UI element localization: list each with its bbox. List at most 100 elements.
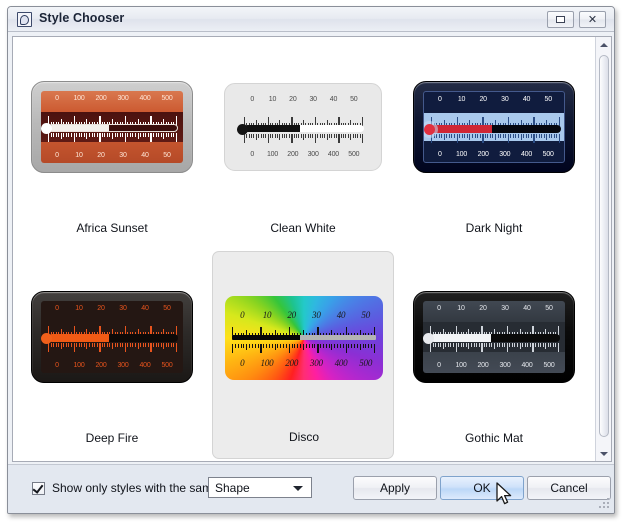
scale-tick-label: 50 bbox=[163, 152, 171, 159]
scale-tick-label: 0 bbox=[240, 310, 245, 320]
scale-labels-bottom: 0 10 20 30 40 50 bbox=[46, 152, 178, 159]
thermometer-bulb bbox=[41, 122, 52, 134]
scale-tick-label: 100 bbox=[73, 362, 85, 369]
scale-tick-label: 40 bbox=[329, 96, 338, 103]
scale-labels-bottom: 0 100 200 300 400 500 bbox=[429, 151, 559, 158]
style-name-label: Gothic Mat bbox=[464, 431, 524, 445]
tick-marks bbox=[431, 134, 564, 143]
show-only-same-label: Show only styles with the same bbox=[52, 481, 219, 495]
thermometer-fill bbox=[232, 335, 300, 340]
scale-tick-label: 10 bbox=[457, 96, 466, 103]
style-name-label: Dark Night bbox=[465, 221, 523, 235]
thermometer-fill bbox=[48, 334, 110, 342]
scale-tick-label: 0 bbox=[437, 305, 441, 312]
scale-labels-bottom: 0 100 200 300 400 500 bbox=[46, 362, 178, 369]
thermometer-fill bbox=[431, 125, 493, 133]
scale-tick-label: 50 bbox=[361, 310, 370, 320]
scale-labels-top: 0 100 200 300 400 500 bbox=[46, 95, 178, 102]
restore-icon bbox=[556, 16, 565, 23]
scale-tick-label: 300 bbox=[117, 95, 129, 102]
style-option-gothic-mat[interactable]: 0 10 20 30 40 50 0 100 200 300 400 500 Gothic Mat bbox=[403, 251, 585, 459]
scale-tick-label: 200 bbox=[95, 362, 107, 369]
thermometer-preview: 0 10 20 30 40 50 0 100 200 300 400 500 bbox=[413, 81, 575, 173]
thermometer-fill bbox=[244, 125, 301, 132]
thermometer-face: 0 10 20 30 40 50 0 100 200 300 400 500 bbox=[41, 301, 183, 373]
thermometer-tube bbox=[48, 124, 178, 132]
scrollbar-thumb[interactable] bbox=[599, 55, 609, 437]
resize-grip[interactable] bbox=[599, 498, 611, 510]
style-grid: 0 100 200 300 400 500 0 10 20 30 40 50 Africa Sunset… bbox=[13, 37, 595, 461]
tick-marks bbox=[48, 343, 183, 352]
scale-tick-label: 20 bbox=[479, 96, 487, 103]
thermometer-preview: 0 10 20 30 40 50 0 100 200 300 400 500 bbox=[413, 291, 575, 383]
close-button[interactable]: ✕ bbox=[579, 11, 606, 28]
thermometer-face: 0 10 20 30 40 50 0 100 200 300 400 500 bbox=[423, 91, 565, 163]
scale-tick-label: 10 bbox=[268, 96, 277, 103]
tick-marks bbox=[232, 344, 383, 353]
thermometer-face: 0 100 200 300 400 500 0 10 20 30 40 50 bbox=[41, 91, 183, 163]
style-option-disco[interactable]: 0 10 20 30 40 50 0 100 200 300 400 500 Disco bbox=[212, 251, 394, 459]
scale-labels-top: 0 10 20 30 40 50 bbox=[429, 96, 559, 103]
scale-tick-label: 20 bbox=[97, 305, 105, 312]
cancel-button[interactable]: Cancel bbox=[527, 476, 611, 500]
scale-tick-label: 30 bbox=[501, 96, 509, 103]
scroll-down-arrow-icon[interactable] bbox=[596, 446, 611, 461]
scale-tick-label: 50 bbox=[545, 305, 553, 312]
scale-tick-label: 50 bbox=[350, 96, 358, 103]
same-property-dropdown[interactable]: Shape bbox=[208, 477, 312, 498]
style-option-dark-night[interactable]: 0 10 20 30 40 50 0 100 200 300 400 500 Dark Night bbox=[403, 41, 585, 249]
scale-tick-label: 200 bbox=[477, 151, 489, 158]
scale-tick-label: 0 bbox=[55, 305, 59, 312]
style-option-africa-sunset[interactable]: 0 100 200 300 400 500 0 10 20 30 40 50 Africa Sunset bbox=[21, 41, 203, 249]
thermometer-preview: 0 10 20 30 40 50 0 100 200 300 400 500 bbox=[225, 296, 383, 380]
scale-tick-label: 40 bbox=[522, 96, 531, 103]
style-preview: 0 10 20 30 40 50 0 100 200 300 400 500 bbox=[213, 252, 395, 424]
scale-tick-label: 300 bbox=[117, 362, 129, 369]
style-option-deep-fire[interactable]: 0 10 20 30 40 50 0 100 200 300 400 500 Deep Fire bbox=[21, 251, 203, 459]
thermometer-face: 0 10 20 30 40 50 0 100 200 300 400 500 bbox=[423, 301, 565, 373]
scale-tick-label: 20 bbox=[97, 152, 105, 159]
scale-tick-label: 0 bbox=[55, 95, 59, 102]
style-preview: 0 10 20 30 40 50 0 100 200 300 400 500 bbox=[403, 251, 585, 423]
title-bar[interactable]: Style Chooser ✕ bbox=[8, 7, 614, 32]
show-only-same-checkbox[interactable] bbox=[32, 481, 45, 495]
dialog-footer: Show only styles with the same Shape App… bbox=[8, 464, 614, 513]
scroll-up-arrow-icon[interactable] bbox=[596, 37, 611, 52]
check-icon bbox=[32, 481, 44, 494]
scale-labels-top: 0 10 20 30 40 50 bbox=[230, 310, 378, 320]
scale-tick-label: 10 bbox=[457, 305, 465, 312]
style-name-label: Africa Sunset bbox=[76, 221, 148, 235]
scale-tick-label: 200 bbox=[95, 95, 107, 102]
style-chooser-icon bbox=[17, 12, 32, 27]
scale-tick-label: 0 bbox=[55, 362, 59, 369]
filter-checkbox-row[interactable]: Show only styles with the same bbox=[32, 481, 219, 495]
tick-marks bbox=[48, 133, 183, 142]
thermometer-tube bbox=[431, 125, 561, 133]
scale-tick-label: 20 bbox=[287, 310, 296, 320]
thermometer-face: 0 10 20 30 40 50 0 100 200 300 400 500 bbox=[237, 94, 369, 160]
thermometer-preview: 0 100 200 300 400 500 0 10 20 30 40 50 bbox=[31, 81, 193, 173]
scale-tick-label: 30 bbox=[501, 305, 509, 312]
scale-tick-label: 300 bbox=[499, 362, 511, 369]
chevron-down-icon bbox=[293, 486, 303, 491]
scale-tick-label: 400 bbox=[521, 362, 533, 369]
thermometer-fill bbox=[430, 334, 492, 342]
restore-button[interactable] bbox=[547, 11, 574, 28]
same-property-value: Shape bbox=[215, 480, 250, 495]
scale-labels-bottom: 0 100 200 300 400 500 bbox=[242, 151, 364, 158]
style-option-clean-white[interactable]: 0 10 20 30 40 50 0 100 200 300 400 500 Clean White bbox=[212, 41, 394, 249]
thermometer-tube bbox=[430, 334, 560, 342]
scale-tick-label: 500 bbox=[161, 362, 173, 369]
thermometer-fill bbox=[49, 125, 110, 131]
scale-tick-label: 100 bbox=[455, 362, 467, 369]
scale-tick-label: 0 bbox=[250, 151, 255, 158]
apply-button[interactable]: Apply bbox=[353, 476, 437, 500]
scale-tick-label: 100 bbox=[73, 95, 85, 102]
scale-tick-label: 400 bbox=[327, 151, 340, 158]
scale-tick-label: 0 bbox=[437, 362, 441, 369]
scale-tick-label: 300 bbox=[307, 151, 319, 158]
scale-tick-label: 300 bbox=[499, 151, 511, 158]
vertical-scrollbar[interactable] bbox=[595, 37, 611, 461]
style-list-panel: 0 100 200 300 400 500 0 10 20 30 40 50 Africa Sunset… bbox=[12, 36, 612, 462]
scale-tick-label: 400 bbox=[520, 151, 533, 158]
